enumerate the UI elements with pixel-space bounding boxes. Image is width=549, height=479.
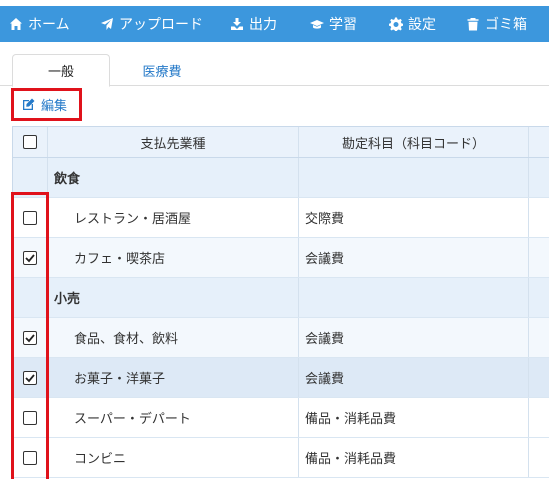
trash-icon <box>466 17 480 31</box>
check-icon <box>25 373 35 382</box>
nav-upload-label: アップロード <box>119 17 203 33</box>
row-extra <box>529 318 549 357</box>
nav-settings[interactable]: 設定 <box>389 6 436 42</box>
nav-learning[interactable]: 学習 <box>310 6 357 42</box>
select-all-checkbox[interactable] <box>23 135 37 149</box>
nav-settings-label: 設定 <box>408 17 436 33</box>
row-checkbox-cell <box>12 358 48 397</box>
nav-export-label: 出力 <box>249 17 277 33</box>
account-mapping-table: 支払先業種 勘定科目（科目コード） 飲食 レストラン・居酒屋 交際費 カフェ・喫… <box>12 126 549 478</box>
category-label: 小売 <box>48 278 299 317</box>
header-payee: 支払先業種 <box>48 127 299 157</box>
row-checkbox[interactable] <box>23 450 37 465</box>
check-icon <box>25 253 35 262</box>
row-extra <box>529 158 549 197</box>
row-checkbox[interactable] <box>23 370 37 385</box>
payee-name: お菓子・洋菓子 <box>48 358 299 397</box>
row-checkbox-cell <box>12 438 48 477</box>
table-row[interactable]: お菓子・洋菓子 会議費 <box>12 358 549 398</box>
tab-medical[interactable]: 医療費 <box>112 54 212 86</box>
nav-export[interactable]: 出力 <box>230 6 277 42</box>
nav-learning-label: 学習 <box>329 17 357 33</box>
check-icon <box>25 333 35 342</box>
tab-bar: 一般 医療費 <box>0 54 549 87</box>
header-account: 勘定科目（科目コード） <box>299 127 529 157</box>
payee-name: カフェ・喫茶店 <box>48 238 299 277</box>
gear-icon <box>389 17 403 31</box>
category-label: 飲食 <box>48 158 299 197</box>
header-checkbox-cell <box>12 127 48 157</box>
row-checkbox-cell <box>12 198 48 237</box>
nav-home-label: ホーム <box>28 17 70 33</box>
edit-button-label: 編集 <box>41 99 68 114</box>
tab-general-label: 一般 <box>47 65 74 80</box>
row-checkbox-cell <box>12 398 48 437</box>
home-icon <box>9 17 23 31</box>
table-header-row: 支払先業種 勘定科目（科目コード） <box>12 126 549 158</box>
account-name: 備品・消耗品費 <box>299 398 529 437</box>
account-name: 交際費 <box>299 198 529 237</box>
payee-name: 食品、食材、飲料 <box>48 318 299 357</box>
table-row[interactable]: カフェ・喫茶店 会議費 <box>12 238 549 278</box>
category-account <box>299 278 529 317</box>
nav-home[interactable]: ホーム <box>9 6 70 42</box>
edit-button[interactable]: 編集 <box>11 88 82 121</box>
top-navbar: ホーム アップロード 出力 学習 設定 ゴミ箱 <box>0 6 549 42</box>
row-checkbox[interactable] <box>23 410 37 425</box>
category-account <box>299 158 529 197</box>
row-extra <box>529 398 549 437</box>
row-extra <box>529 238 549 277</box>
row-extra <box>529 198 549 237</box>
payee-name: スーパー・デパート <box>48 398 299 437</box>
row-checkbox[interactable] <box>23 250 37 265</box>
table-row[interactable]: レストラン・居酒屋 交際費 <box>12 198 549 238</box>
row-extra <box>529 278 549 317</box>
tab-general[interactable]: 一般 <box>12 54 110 87</box>
header-extra <box>529 127 549 157</box>
edit-icon <box>23 98 35 110</box>
row-checkbox[interactable] <box>23 330 37 345</box>
table-row[interactable]: 食品、食材、飲料 会議費 <box>12 318 549 358</box>
row-extra <box>529 358 549 397</box>
account-name: 会議費 <box>299 318 529 357</box>
row-extra <box>529 438 549 477</box>
row-checkbox[interactable] <box>23 210 37 225</box>
payee-name: コンビニ <box>48 438 299 477</box>
send-icon <box>100 17 114 31</box>
category-row: 飲食 <box>12 158 549 198</box>
category-checkbox-cell <box>12 158 48 197</box>
row-checkbox-cell <box>12 318 48 357</box>
nav-trash-label: ゴミ箱 <box>485 17 527 33</box>
category-row: 小売 <box>12 278 549 318</box>
account-name: 備品・消耗品費 <box>299 438 529 477</box>
graduation-cap-icon <box>310 17 324 31</box>
tab-medical-label: 医療費 <box>142 64 182 80</box>
nav-trash[interactable]: ゴミ箱 <box>466 6 527 42</box>
download-icon <box>230 17 244 31</box>
nav-upload[interactable]: アップロード <box>100 6 203 42</box>
account-name: 会議費 <box>299 358 529 397</box>
account-name: 会議費 <box>299 238 529 277</box>
row-checkbox-cell <box>12 238 48 277</box>
table-row[interactable]: コンビニ 備品・消耗品費 <box>12 438 549 478</box>
payee-name: レストラン・居酒屋 <box>48 198 299 237</box>
category-checkbox-cell <box>12 278 48 317</box>
table-row[interactable]: スーパー・デパート 備品・消耗品費 <box>12 398 549 438</box>
